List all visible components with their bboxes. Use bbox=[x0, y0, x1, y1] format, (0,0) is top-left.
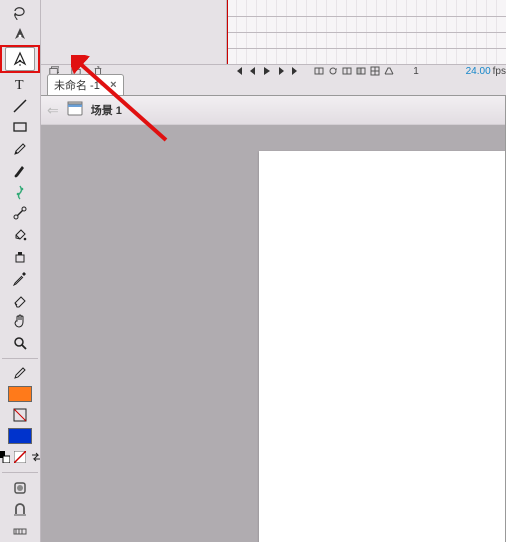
text-tool[interactable]: T bbox=[5, 74, 35, 94]
bone-tool[interactable] bbox=[5, 204, 35, 224]
document-tab-label: 未命名 -1* bbox=[54, 77, 104, 93]
loop-icon[interactable] bbox=[326, 65, 340, 77]
pen-tool[interactable] bbox=[5, 47, 35, 71]
modify-onion-icon[interactable] bbox=[382, 65, 396, 77]
center-frame-icon[interactable] bbox=[312, 65, 326, 77]
document-tab[interactable]: 未命名 -1* × bbox=[47, 74, 124, 95]
back-icon[interactable]: ⇐ bbox=[47, 102, 59, 119]
eraser-tool[interactable] bbox=[5, 290, 35, 310]
stroke-hairline[interactable] bbox=[5, 405, 35, 425]
fill-color-swatch[interactable] bbox=[8, 386, 32, 402]
scene-icon bbox=[67, 101, 83, 120]
brush-tool[interactable] bbox=[5, 160, 35, 180]
onion-skin-icon[interactable] bbox=[340, 65, 354, 77]
stroke-color-swatch[interactable] bbox=[8, 428, 32, 444]
play-icon[interactable] bbox=[260, 65, 274, 77]
rectangle-tool[interactable] bbox=[5, 117, 35, 137]
snap-option[interactable] bbox=[5, 500, 35, 520]
next-frame-icon[interactable] bbox=[274, 65, 288, 77]
eyedropper-tool[interactable] bbox=[5, 268, 35, 288]
fps-value[interactable]: 24.00 bbox=[466, 66, 493, 77]
tools-panel: T bbox=[0, 0, 41, 542]
stage-area[interactable] bbox=[41, 125, 506, 542]
document-tabs: 未命名 -1* × bbox=[41, 77, 506, 96]
first-frame-icon[interactable] bbox=[232, 65, 246, 77]
object-drawing-option[interactable] bbox=[5, 478, 35, 498]
last-frame-icon[interactable] bbox=[288, 65, 302, 77]
pen-sub-tool[interactable] bbox=[5, 25, 35, 45]
playhead[interactable] bbox=[227, 0, 228, 64]
zoom-tool[interactable] bbox=[5, 333, 35, 353]
main-area: 1 24.00 fps 未命名 -1* × ⇐ 场景 1 bbox=[41, 0, 506, 542]
onion-outlines-icon[interactable] bbox=[354, 65, 368, 77]
ink-bottle-tool[interactable] bbox=[5, 247, 35, 267]
fps-unit: fps bbox=[493, 66, 506, 77]
edit-multiple-icon[interactable] bbox=[368, 65, 382, 77]
scene-name[interactable]: 场景 1 bbox=[91, 102, 122, 118]
prev-frame-icon[interactable] bbox=[246, 65, 260, 77]
scene-bar: ⇐ 场景 1 bbox=[41, 96, 506, 125]
straighten-option[interactable] bbox=[5, 521, 35, 541]
no-color-icon[interactable] bbox=[13, 448, 27, 466]
hand-tool[interactable] bbox=[5, 312, 35, 332]
lasso-tool[interactable] bbox=[5, 3, 35, 23]
timeline-frames[interactable] bbox=[227, 0, 506, 64]
line-tool[interactable] bbox=[5, 96, 35, 116]
stroke-color-tool[interactable] bbox=[5, 363, 35, 383]
black-white-icon[interactable] bbox=[0, 448, 11, 466]
highlight-box bbox=[0, 45, 40, 73]
close-tab-icon[interactable]: × bbox=[110, 79, 116, 91]
layer-list[interactable] bbox=[41, 0, 227, 64]
deco-tool[interactable] bbox=[5, 182, 35, 202]
svg-text:T: T bbox=[15, 78, 24, 92]
pencil-tool[interactable] bbox=[5, 139, 35, 159]
stage-canvas[interactable] bbox=[259, 151, 506, 542]
current-frame[interactable]: 1 bbox=[396, 66, 436, 77]
paint-bucket-tool[interactable] bbox=[5, 225, 35, 245]
timeline-panel: 1 24.00 fps bbox=[41, 0, 506, 77]
